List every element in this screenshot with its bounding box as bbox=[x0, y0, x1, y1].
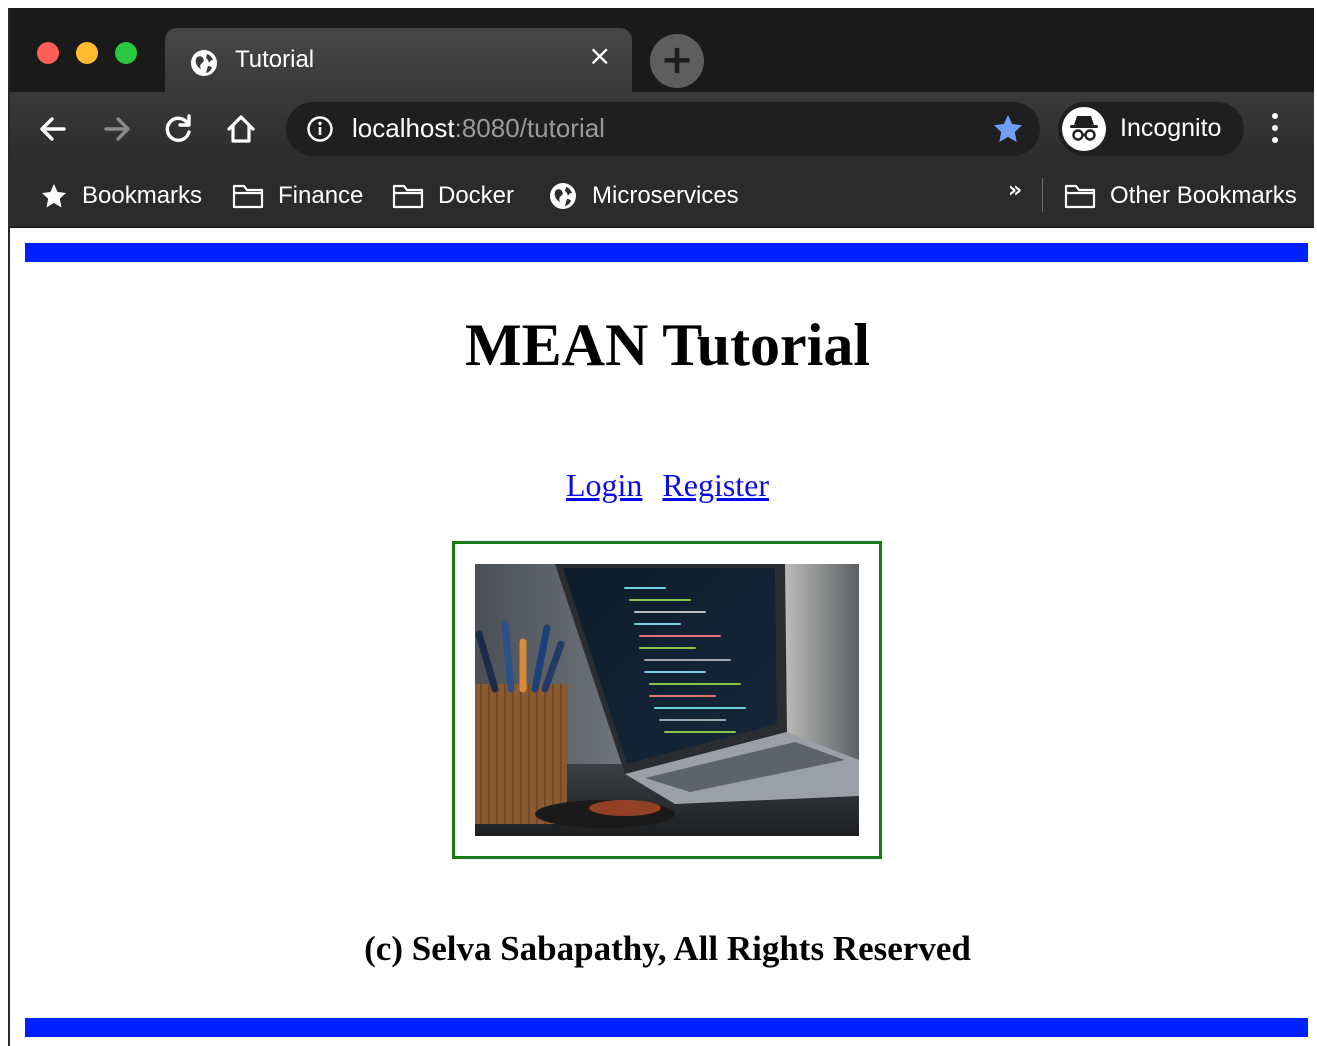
bookmark-label: Bookmarks bbox=[82, 182, 203, 209]
info-icon[interactable] bbox=[306, 115, 334, 143]
url-path: :8080/tutorial bbox=[454, 113, 605, 143]
folder-icon bbox=[392, 184, 424, 209]
zoom-window-button[interactable] bbox=[115, 42, 137, 64]
bookmarks-divider bbox=[1042, 178, 1043, 212]
bookmark-label: Finance bbox=[278, 182, 364, 209]
new-tab-button[interactable]: + bbox=[650, 34, 704, 88]
browser-toolbar: localhost:8080/tutorial Incognito bbox=[10, 92, 1314, 164]
globe-icon bbox=[191, 50, 217, 76]
bookmark-microservices[interactable]: Microservices bbox=[548, 178, 739, 214]
bookmark-label: Microservices bbox=[592, 182, 739, 209]
copyright-footer: (c) Selva Sabapathy, All Rights Reserved bbox=[364, 929, 971, 968]
bookmark-bookmarks[interactable]: Bookmarks bbox=[40, 178, 202, 214]
bookmark-star-icon[interactable] bbox=[992, 113, 1024, 145]
bookmark-label: Docker bbox=[438, 182, 515, 209]
bookmarks-bar: Bookmarks Finance Docker Microservices » bbox=[10, 164, 1314, 228]
header-bar bbox=[25, 243, 1308, 262]
folder-icon bbox=[1064, 184, 1096, 209]
minimize-window-button[interactable] bbox=[76, 42, 98, 64]
bookmark-other-bookmarks[interactable]: Other Bookmarks bbox=[1064, 178, 1297, 214]
globe-icon bbox=[550, 183, 576, 209]
tab-tutorial[interactable]: Tutorial × bbox=[165, 28, 632, 92]
bookmark-label: Other Bookmarks bbox=[1110, 182, 1297, 209]
forward-arrow-icon[interactable] bbox=[100, 112, 134, 146]
incognito-profile-button[interactable]: Incognito bbox=[1058, 102, 1244, 156]
footer-bar bbox=[25, 1018, 1308, 1037]
star-icon bbox=[42, 184, 66, 208]
register-link[interactable]: Register bbox=[662, 467, 769, 503]
more-options-icon[interactable] bbox=[1268, 110, 1282, 146]
image-frame bbox=[452, 541, 882, 859]
home-icon[interactable] bbox=[224, 112, 258, 146]
bookmarks-overflow-icon[interactable]: » bbox=[1008, 178, 1022, 203]
tab-title: Tutorial bbox=[235, 46, 315, 73]
url-text[interactable]: localhost:8080/tutorial bbox=[352, 113, 605, 144]
auth-links: Login Register bbox=[10, 467, 1314, 504]
laptop-code-photo bbox=[475, 564, 859, 836]
incognito-label: Incognito bbox=[1120, 114, 1222, 142]
login-link[interactable]: Login bbox=[566, 467, 642, 503]
incognito-icon bbox=[1062, 107, 1106, 151]
back-arrow-icon[interactable] bbox=[36, 112, 70, 146]
browser-window: Tutorial × + localhost:8080/tutorial Inc… bbox=[8, 8, 1314, 1046]
folder-icon bbox=[232, 184, 264, 209]
page-title: MEAN Tutorial bbox=[464, 312, 871, 378]
url-host: localhost bbox=[352, 113, 455, 143]
close-window-button[interactable] bbox=[37, 42, 59, 64]
page-content: MEAN Tutorial Login Register (c) Selva S… bbox=[10, 229, 1314, 1046]
bookmark-finance[interactable]: Finance bbox=[232, 178, 363, 214]
reload-icon[interactable] bbox=[162, 112, 196, 146]
title-bar: Tutorial × + bbox=[10, 8, 1314, 92]
bookmark-docker[interactable]: Docker bbox=[392, 178, 514, 214]
tab-close-icon[interactable]: × bbox=[588, 42, 611, 70]
address-bar[interactable]: localhost:8080/tutorial bbox=[286, 102, 1040, 156]
